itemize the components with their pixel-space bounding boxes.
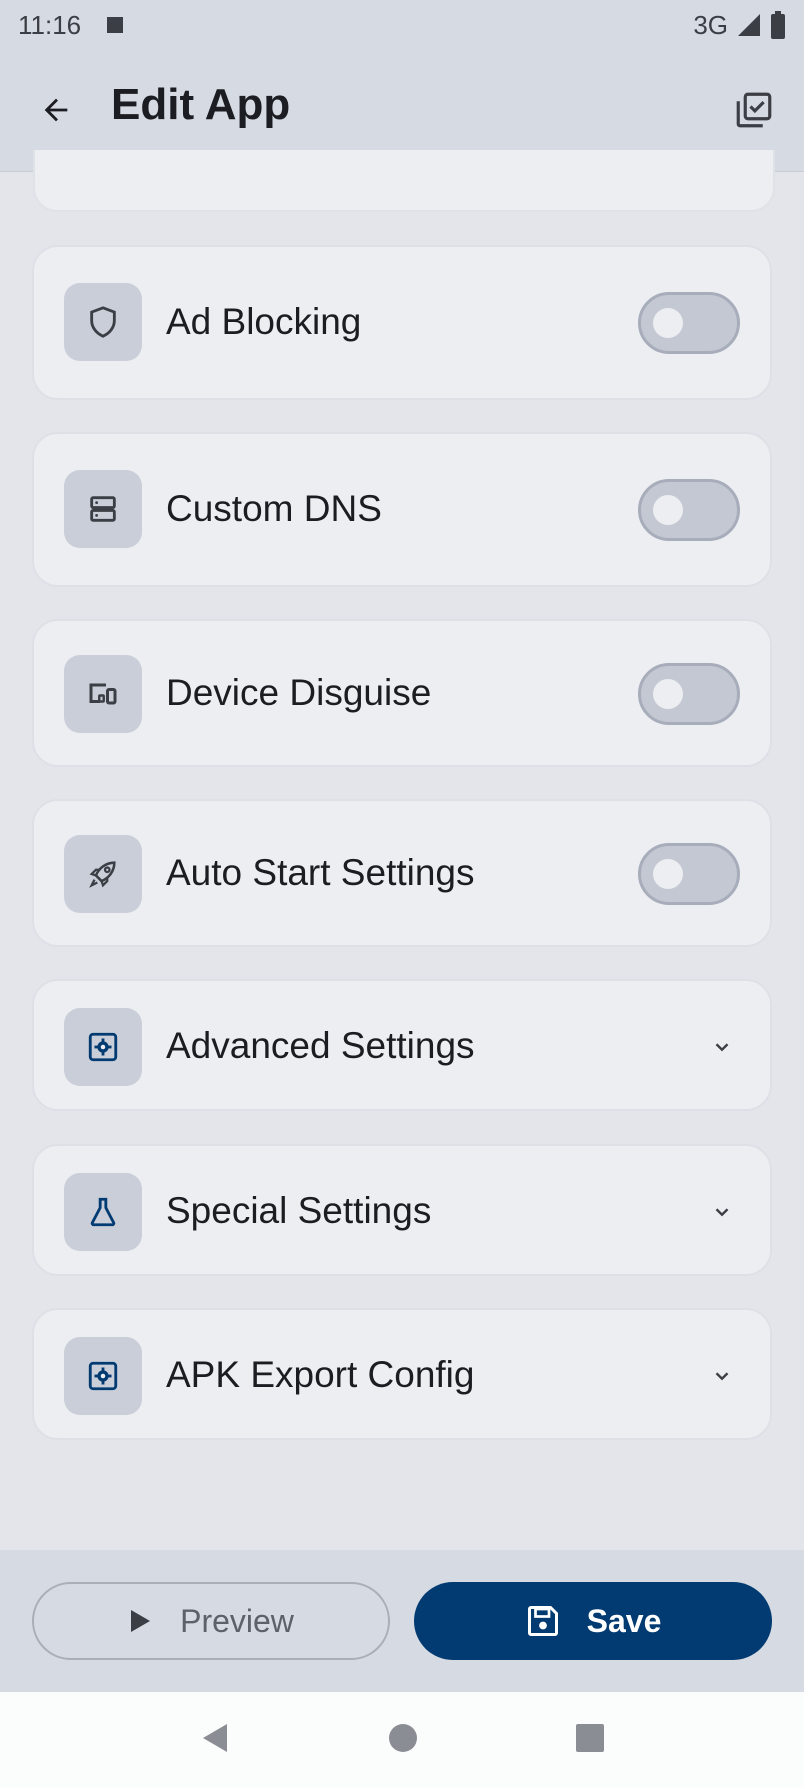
system-nav-bar bbox=[0, 1692, 804, 1788]
preview-label: Preview bbox=[180, 1602, 294, 1639]
dns-server-icon bbox=[90, 496, 116, 522]
save-label: Save bbox=[586, 1602, 662, 1639]
preview-button[interactable]: Preview bbox=[32, 1582, 390, 1660]
shield-icon bbox=[90, 306, 116, 338]
partial-card bbox=[33, 150, 775, 212]
nav-back-icon bbox=[202, 1723, 227, 1752]
card-icon-box bbox=[64, 835, 142, 913]
flask-icon bbox=[90, 1197, 116, 1227]
card-label: Auto Start Settings bbox=[166, 852, 475, 893]
card-label: APK Export Config bbox=[166, 1354, 475, 1395]
toggle-knob bbox=[653, 679, 683, 709]
status-time: 11:16 bbox=[18, 9, 82, 40]
network-type: 3G bbox=[693, 9, 728, 40]
ad-blocking-toggle[interactable] bbox=[638, 292, 740, 354]
back-button[interactable] bbox=[34, 88, 78, 132]
page-title: Edit App bbox=[111, 80, 291, 129]
expand-button[interactable] bbox=[708, 1198, 736, 1226]
auto-start-toggle[interactable] bbox=[638, 843, 740, 905]
status-bar: 11:16 3G bbox=[0, 0, 804, 50]
card-ad-blocking: Ad Blocking bbox=[32, 245, 772, 400]
card-device-disguise: Device Disguise bbox=[32, 619, 772, 767]
nav-recents-button[interactable] bbox=[575, 1723, 605, 1758]
card-label: Special Settings bbox=[166, 1190, 432, 1231]
card-icon-box bbox=[64, 655, 142, 733]
save-button[interactable]: Save bbox=[414, 1582, 772, 1660]
nav-home-button[interactable] bbox=[388, 1723, 418, 1758]
card-custom-dns: Custom DNS bbox=[32, 432, 772, 587]
notification-icon bbox=[107, 17, 124, 33]
toggle-knob bbox=[653, 495, 683, 525]
card-apk-export-config[interactable]: APK Export Config bbox=[32, 1308, 772, 1440]
card-icon-box bbox=[64, 1173, 142, 1251]
chevron-down-icon bbox=[715, 1043, 729, 1052]
card-label: Advanced Settings bbox=[166, 1025, 475, 1066]
card-icon-box bbox=[64, 1008, 142, 1086]
chevron-down-icon bbox=[715, 1208, 729, 1217]
nav-home-icon bbox=[388, 1723, 417, 1752]
toggle-knob bbox=[653, 859, 683, 889]
expand-button[interactable] bbox=[708, 1033, 736, 1061]
settings-applications-icon bbox=[88, 1361, 118, 1391]
library-add-check-icon bbox=[736, 92, 772, 128]
devices-icon bbox=[89, 683, 117, 705]
card-label: Device Disguise bbox=[166, 672, 432, 713]
custom-dns-toggle[interactable] bbox=[638, 479, 740, 541]
rocket-icon bbox=[89, 861, 116, 888]
card-icon-box bbox=[64, 1337, 142, 1415]
settings-applications-icon bbox=[88, 1032, 118, 1062]
nav-recents-icon bbox=[576, 1723, 605, 1752]
card-label: Custom DNS bbox=[166, 488, 382, 529]
card-icon-box bbox=[64, 470, 142, 548]
expand-button[interactable] bbox=[708, 1362, 736, 1390]
toggle-knob bbox=[653, 308, 683, 338]
chevron-down-icon bbox=[715, 1372, 729, 1381]
select-all-button[interactable] bbox=[730, 86, 778, 134]
battery-icon bbox=[771, 11, 785, 39]
card-auto-start-settings: Auto Start Settings bbox=[32, 799, 772, 947]
card-icon-box bbox=[64, 283, 142, 361]
play-icon bbox=[131, 1610, 151, 1632]
card-advanced-settings[interactable]: Advanced Settings bbox=[32, 979, 772, 1111]
card-label: Ad Blocking bbox=[166, 301, 362, 342]
nav-back-button[interactable] bbox=[199, 1722, 231, 1759]
device-disguise-toggle[interactable] bbox=[638, 663, 740, 725]
bottom-action-bar: Preview Save bbox=[0, 1550, 804, 1692]
save-icon bbox=[527, 1606, 558, 1636]
card-special-settings[interactable]: Special Settings bbox=[32, 1144, 772, 1276]
arrow-back-icon bbox=[44, 98, 68, 122]
signal-icon bbox=[738, 14, 760, 36]
